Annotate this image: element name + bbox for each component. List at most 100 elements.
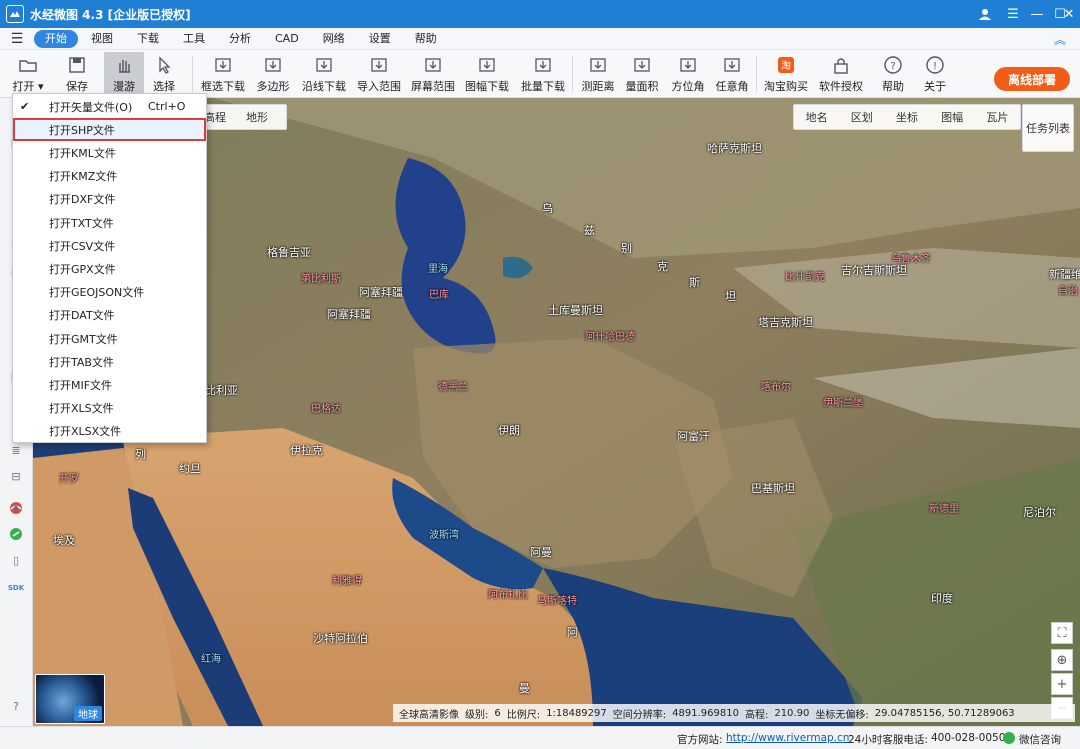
toolbar-button-lock[interactable]: 软件授权 bbox=[818, 52, 864, 96]
toolbar-button-save[interactable]: 保存 bbox=[60, 52, 94, 96]
collapse-ribbon-icon[interactable]: ︽ bbox=[1054, 31, 1066, 48]
menu-tab-2[interactable]: 下载 bbox=[126, 30, 170, 48]
tab-tiles[interactable]: 瓦片 bbox=[976, 109, 1018, 125]
open-menu-item[interactable]: ✔ 打开矢量文件(O) Ctrl+O bbox=[13, 95, 206, 118]
menu-tab-4[interactable]: 分析 bbox=[218, 30, 262, 48]
globe-label: 地球 bbox=[74, 706, 102, 721]
menu-tab-6[interactable]: 网络 bbox=[312, 30, 356, 48]
open-menu-item[interactable]: 打开KML文件 bbox=[13, 141, 206, 164]
open-menu-item[interactable]: 打开DAT文件 bbox=[13, 304, 206, 327]
tab-sheet[interactable]: 图幅 bbox=[931, 109, 973, 125]
offline-deploy-button[interactable]: 离线部署 bbox=[994, 67, 1070, 91]
toolbar-label: 关于 bbox=[924, 80, 946, 93]
menu-tab-0[interactable]: 开始 bbox=[34, 29, 78, 48]
mobile-icon[interactable]: ▯ bbox=[8, 552, 24, 568]
open-menu-item[interactable]: 打开GEOJSON文件 bbox=[13, 281, 206, 304]
place-label: 塔吉克斯坦 bbox=[758, 316, 813, 329]
cursor-icon bbox=[154, 55, 174, 75]
folder-icon bbox=[18, 55, 38, 75]
batch-download-icon bbox=[533, 55, 553, 75]
open-menu-item[interactable]: 打开KMZ文件 bbox=[13, 165, 206, 188]
place-label: 新德里 bbox=[929, 504, 959, 515]
map-overlay-tabs-right: 地名 区划 坐标 图幅 瓦片 bbox=[793, 104, 1021, 130]
svg-text:淘: 淘 bbox=[781, 59, 791, 72]
toolbar-button-hand[interactable]: 漫游 bbox=[104, 52, 144, 96]
place-label: 德黑兰 bbox=[438, 382, 468, 393]
toolbar-button-line-download[interactable]: 沿线下载 bbox=[302, 52, 346, 96]
open-menu-item[interactable]: 打开GPX文件 bbox=[13, 257, 206, 280]
open-menu-item[interactable]: 打开TXT文件 bbox=[13, 211, 206, 234]
tab-admin-division[interactable]: 区划 bbox=[841, 109, 883, 125]
open-menu-item[interactable]: 打开MIF文件 bbox=[13, 373, 206, 396]
fullscreen-icon[interactable]: ⛶ bbox=[1051, 622, 1073, 644]
site-label: 官方网站: bbox=[677, 734, 723, 746]
open-menu-item[interactable]: 打开SHP文件 bbox=[13, 118, 206, 142]
tab-coordinates[interactable]: 坐标 bbox=[886, 109, 928, 125]
open-menu-item[interactable]: 打开TAB文件 bbox=[13, 350, 206, 373]
toolbar-button-area[interactable]: 量面积 bbox=[624, 52, 660, 96]
toolbar-button-batch-download[interactable]: 批量下载 bbox=[520, 52, 566, 96]
menu-item-label: 打开TXT文件 bbox=[49, 216, 114, 230]
zoom-in-button[interactable]: + bbox=[1051, 673, 1073, 695]
toolbar-button-box-download[interactable]: 框选下载 bbox=[200, 52, 246, 96]
menu-tab-7[interactable]: 设置 bbox=[358, 30, 402, 48]
menu-item-label: 打开矢量文件(O) bbox=[49, 100, 133, 114]
site-link[interactable]: http://www.rivermap.cn bbox=[726, 732, 849, 744]
toolbar-button-polygon[interactable]: 多边形 bbox=[256, 52, 290, 96]
toolbar-button-cursor[interactable]: 选择 bbox=[148, 52, 180, 96]
stack-icon[interactable]: ≣ bbox=[8, 442, 24, 458]
wechat-icon[interactable] bbox=[1003, 732, 1015, 744]
hand-icon bbox=[114, 55, 134, 75]
hamburger-icon[interactable]: ☰ bbox=[0, 31, 34, 47]
toolbar-button-azimuth[interactable]: 方位角 bbox=[670, 52, 706, 96]
toolbar-separator bbox=[572, 56, 573, 92]
toolbar-button-info[interactable]: ! 关于 bbox=[920, 52, 950, 96]
place-label: 比什凯克 bbox=[785, 272, 825, 283]
toolbar-button-question[interactable]: ? 帮助 bbox=[878, 52, 908, 96]
menu-item-label: 打开DXF文件 bbox=[49, 193, 116, 207]
coord-label: 坐标无偏移: bbox=[815, 709, 869, 721]
menu-tab-8[interactable]: 帮助 bbox=[404, 30, 448, 48]
user-icon[interactable] bbox=[972, 0, 998, 28]
close-button[interactable]: ✕ bbox=[1058, 0, 1080, 28]
menu-item-label: 打开GMT文件 bbox=[49, 332, 118, 346]
toolbar-separator bbox=[756, 56, 757, 92]
polygon-icon bbox=[263, 55, 283, 75]
scanner-icon[interactable]: ⊟ bbox=[8, 468, 24, 484]
open-menu-item[interactable]: 打开CSV文件 bbox=[13, 234, 206, 257]
plugin-icon[interactable] bbox=[8, 500, 24, 516]
place-label: 阿曼 bbox=[530, 546, 552, 559]
place-label: 里海 bbox=[428, 264, 448, 275]
menu-item-label: 打开TAB文件 bbox=[49, 355, 114, 369]
menu-tab-3[interactable]: 工具 bbox=[172, 30, 216, 48]
open-menu-item[interactable]: 打开GMT文件 bbox=[13, 327, 206, 350]
locate-icon[interactable]: ⊕ bbox=[1051, 649, 1073, 671]
toolbar-button-sheet-download[interactable]: 图幅下载 bbox=[462, 52, 512, 96]
help-circle-icon[interactable]: ? bbox=[8, 698, 24, 714]
toolbar-button-import-range[interactable]: 导入范围 bbox=[356, 52, 402, 96]
open-menu-item[interactable]: 打开DXF文件 bbox=[13, 188, 206, 211]
wechat-consult-link[interactable]: 微信咨询 bbox=[1019, 732, 1061, 747]
tab-terrain[interactable]: 地形 bbox=[236, 109, 278, 125]
open-menu-item[interactable]: 打开XLSX文件 bbox=[13, 420, 206, 443]
link-icon[interactable] bbox=[8, 526, 24, 542]
toolbar-button-folder[interactable]: 打开 ▾ bbox=[12, 52, 44, 96]
resolution-value: 4891.969810 bbox=[672, 707, 739, 719]
toolbar-button-ruler[interactable]: 测距离 bbox=[580, 52, 616, 96]
sdk-icon[interactable]: SDK bbox=[8, 580, 24, 596]
map-mode-tabs-left: 高程 地形 bbox=[193, 104, 287, 130]
menu-tab-5[interactable]: CAD bbox=[264, 30, 310, 48]
toolbar-button-angle[interactable]: 任意角 bbox=[714, 52, 750, 96]
toolbar-button-taobao[interactable]: 淘淘宝购买 bbox=[764, 52, 808, 96]
window-menu-button[interactable]: ☰ bbox=[1000, 0, 1026, 28]
toolbar-button-screen-range[interactable]: 屏幕范围 bbox=[410, 52, 456, 96]
place-label: 克 bbox=[657, 260, 668, 273]
place-label: 乌鲁木齐 bbox=[891, 254, 931, 265]
elevation-value: 210.90 bbox=[774, 707, 810, 719]
task-list-button[interactable]: 任务列表 bbox=[1022, 104, 1074, 152]
globe-switcher[interactable]: 地球 bbox=[35, 674, 105, 724]
menu-tab-1[interactable]: 视图 bbox=[80, 30, 124, 48]
open-menu-item[interactable]: 打开XLS文件 bbox=[13, 397, 206, 420]
tab-place-names[interactable]: 地名 bbox=[796, 109, 838, 125]
place-label: 新疆维 bbox=[1049, 268, 1080, 281]
